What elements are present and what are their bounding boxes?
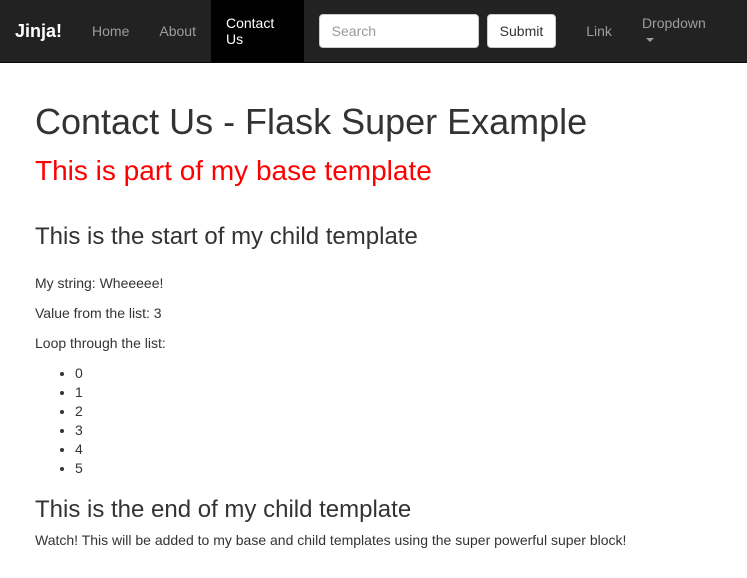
child-start-heading: This is the start of my child template — [35, 223, 712, 251]
page-title: Contact Us - Flask Super Example — [35, 101, 712, 143]
search-input[interactable] — [319, 14, 479, 48]
navbar: Jinja! Home About Contact Us Submit Link… — [0, 0, 747, 63]
nav-left: Home About Contact Us — [77, 0, 304, 62]
child-end-heading: This is the end of my child template — [35, 496, 712, 524]
base-template-notice: This is part of my base template — [35, 155, 712, 187]
nav-link-contact-us[interactable]: Contact Us — [211, 0, 304, 62]
list-item: 1 — [75, 384, 712, 400]
navbar-brand[interactable]: Jinja! — [15, 6, 77, 57]
submit-button[interactable]: Submit — [487, 14, 557, 48]
main-container: Contact Us - Flask Super Example This is… — [0, 101, 747, 548]
list-item: 3 — [75, 422, 712, 438]
nav-link-link[interactable]: Link — [571, 8, 627, 54]
footer-line: Watch! This will be added to my base and… — [35, 532, 712, 548]
nav-right: Link Dropdown — [571, 0, 732, 62]
nav-dropdown-label: Dropdown — [642, 15, 706, 31]
list-item: 0 — [75, 365, 712, 381]
loop-intro: Loop through the list: — [35, 335, 712, 351]
value-from-list-line: Value from the list: 3 — [35, 305, 712, 321]
nav-link-dropdown[interactable]: Dropdown — [627, 0, 732, 62]
list-item: 2 — [75, 403, 712, 419]
nav-link-about[interactable]: About — [144, 8, 211, 54]
loop-list: 0 1 2 3 4 5 — [35, 365, 712, 476]
my-string-line: My string: Wheeeee! — [35, 275, 712, 291]
chevron-down-icon — [646, 38, 654, 42]
nav-link-home[interactable]: Home — [77, 8, 144, 54]
list-item: 5 — [75, 460, 712, 476]
list-item: 4 — [75, 441, 712, 457]
navbar-search-form: Submit — [304, 6, 572, 56]
